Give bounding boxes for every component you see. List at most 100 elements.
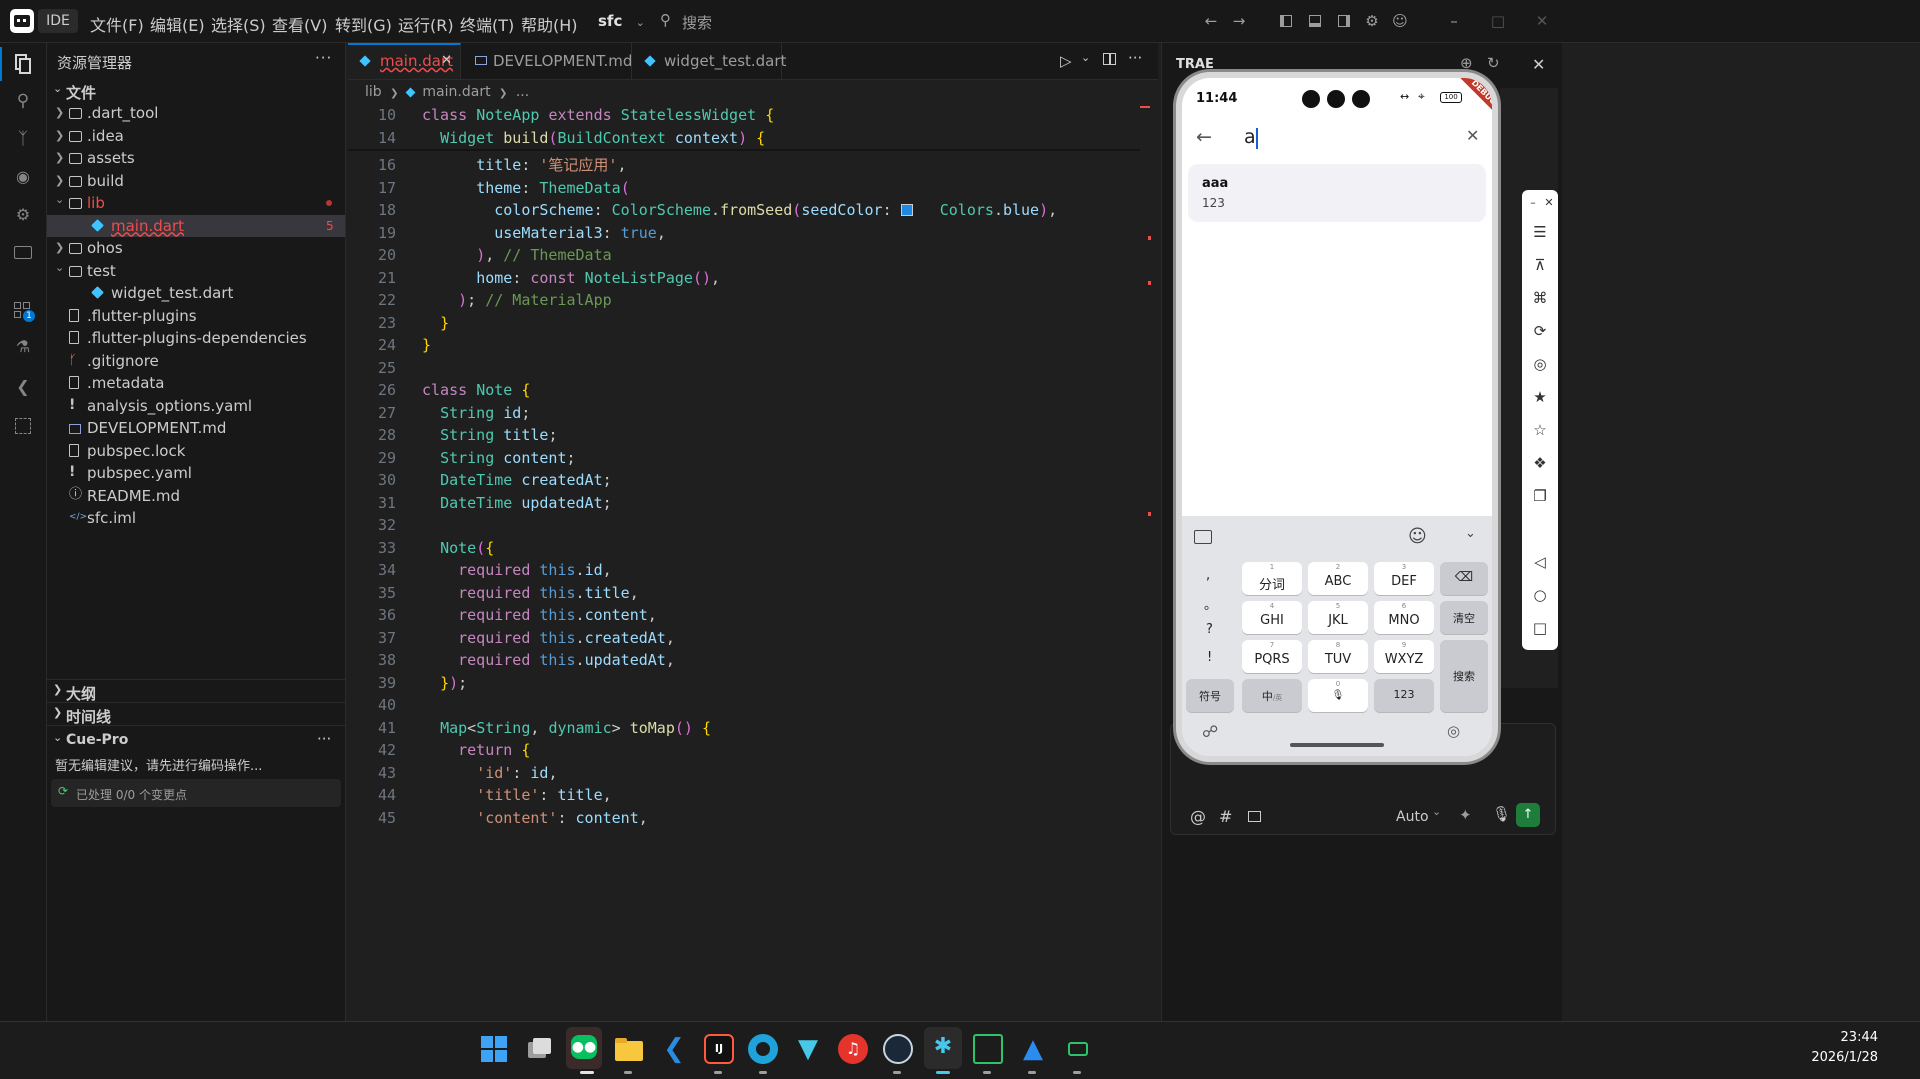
t9-key[interactable]: 1 分词 (1242, 562, 1302, 595)
tree-item[interactable]: ⌄ test (47, 260, 345, 282)
run-icon[interactable]: ▷ (1060, 52, 1072, 70)
code-line[interactable]: 33 Note({ (348, 537, 1140, 559)
windows-start-icon[interactable] (479, 1034, 509, 1064)
flutter-icon[interactable]: ❮ (12, 377, 34, 399)
clear-key[interactable]: 清空 (1440, 601, 1488, 634)
close-icon[interactable]: ✕ (1540, 194, 1558, 212)
steam-icon[interactable] (883, 1034, 913, 1064)
code-line[interactable]: 17 theme: ThemeData( (348, 177, 1140, 199)
code-line[interactable]: 26 class Note { (348, 379, 1140, 401)
app-label[interactable]: IDE (38, 9, 78, 33)
t9-key[interactable]: 3 DEF (1374, 562, 1434, 595)
nav-home-icon[interactable]: ○ (1531, 586, 1549, 604)
tree-item[interactable]: ❯ .idea (47, 125, 345, 147)
tree-item[interactable]: ❯ .dart_tool (47, 102, 345, 124)
code-line[interactable]: 32 (348, 514, 1140, 536)
menu-run[interactable]: 运行(R) (398, 12, 454, 36)
clock-time[interactable]: 23:44 (1818, 1030, 1878, 1045)
tree-item[interactable]: ᚶ .gitignore (47, 350, 345, 372)
cloud-drive-icon[interactable]: ▲ (1018, 1034, 1048, 1064)
t9-key[interactable]: 7 PQRS (1242, 640, 1302, 673)
chevron-down-icon[interactable]: ⌄ (53, 731, 62, 744)
code-line[interactable]: 25 (348, 357, 1140, 379)
emoji-icon[interactable]: ☺ (1408, 526, 1427, 547)
note-card[interactable]: aaa 123 (1188, 164, 1486, 222)
hide-keyboard-icon[interactable]: ⌄ (1465, 526, 1476, 541)
t9-key[interactable]: 4 GHI (1242, 601, 1302, 634)
breadcrumb-file[interactable]: main.dart (422, 84, 490, 100)
gear-icon[interactable]: ⚙ (1363, 12, 1381, 30)
task-view-icon[interactable] (524, 1034, 554, 1064)
sticky-scroll-line[interactable]: 10 class NoteApp extends StatelessWidget … (348, 104, 1140, 126)
tree-item[interactable]: main.dart 5 (47, 214, 345, 237)
code-line[interactable]: 31 DateTime updatedAt; (348, 492, 1140, 514)
back-arrow-icon[interactable]: ← (1196, 126, 1212, 148)
code-line[interactable]: 30 DateTime createdAt; (348, 469, 1140, 491)
code-line[interactable]: 16 title: '笔记应用', (348, 154, 1140, 176)
tab-main-dart[interactable]: main.dart ✕ (348, 43, 461, 79)
code-line[interactable]: 18 colorScheme: ColorScheme.fromSeed(see… (348, 199, 1140, 221)
more-actions-icon[interactable]: ··· (317, 730, 331, 748)
code-line[interactable]: 44 'title': title, (348, 784, 1140, 806)
maximize-icon[interactable]: □ (1489, 12, 1507, 30)
code-line[interactable]: 20 ), // ThemeData (348, 244, 1140, 266)
menu-view[interactable]: 查看(V) (272, 12, 327, 36)
punct-key[interactable]: ? (1206, 622, 1213, 637)
forward-arrow-icon[interactable]: → (1230, 12, 1248, 30)
voice-input-icon[interactable]: ◎ (1447, 722, 1460, 740)
more-actions-icon[interactable]: ··· (315, 49, 332, 67)
code-line[interactable]: 28 String title; (348, 424, 1140, 446)
code-line[interactable]: 19 useMaterial3: true, (348, 222, 1140, 244)
breadcrumb-folder[interactable]: lib (365, 84, 382, 100)
target-icon[interactable]: ◎ (1531, 355, 1549, 373)
hashtag-icon[interactable]: # (1219, 807, 1232, 826)
image-icon[interactable] (1248, 811, 1261, 822)
code-line[interactable]: 35 required this.title, (348, 582, 1140, 604)
outline-section[interactable]: ❯ 大纲 (47, 679, 345, 703)
code-line[interactable]: 24} (348, 334, 1140, 356)
vscode-icon[interactable]: ❮ (659, 1034, 689, 1064)
t9-key[interactable]: 8 TUV (1308, 640, 1368, 673)
project-selector[interactable]: sfc ⌄ (598, 12, 645, 30)
breadcrumb-more[interactable]: ... (516, 84, 529, 100)
tree-item[interactable]: ❯ assets (47, 147, 345, 169)
tab-widget-test-dart[interactable]: widget_test.dart (632, 43, 786, 79)
microphone-icon[interactable]: 🎙 (1492, 805, 1511, 823)
timeline-section[interactable]: ❯ 时间线 (47, 702, 345, 726)
mention-icon[interactable]: @ (1190, 807, 1206, 826)
nav-recents-icon[interactable]: □ (1531, 619, 1549, 637)
file-explorer-icon[interactable] (614, 1034, 644, 1064)
tree-item[interactable]: ! analysis_options.yaml (47, 395, 345, 417)
wechat-icon[interactable]: ●● (566, 1027, 602, 1069)
menu-terminal[interactable]: 终端(T) (460, 12, 514, 36)
sparkle-icon[interactable]: ✦ (1459, 806, 1472, 824)
punct-key[interactable]: ! (1207, 650, 1212, 665)
t9-key[interactable]: 2 ABC (1308, 562, 1368, 595)
edge-browser-icon[interactable] (748, 1034, 778, 1064)
code-line[interactable]: 23 } (348, 312, 1140, 334)
backspace-key[interactable]: ⌫ (1440, 562, 1488, 595)
menu-go[interactable]: 转到(G) (335, 12, 392, 36)
clear-search-icon[interactable]: ✕ (1466, 126, 1479, 145)
t9-key[interactable]: 9 WXYZ (1374, 640, 1434, 673)
tree-item[interactable]: ❯ build (47, 170, 345, 192)
crop-icon[interactable]: ⌘ (1531, 289, 1549, 307)
inspector-icon[interactable] (12, 415, 34, 437)
code-line[interactable]: 34 required this.id, (348, 559, 1140, 581)
nav-back-icon[interactable]: ◁ (1531, 553, 1549, 571)
code-line[interactable]: 40 (348, 694, 1140, 716)
tree-item[interactable]: widget_test.dart (47, 282, 345, 304)
search-key[interactable]: 搜索 (1440, 640, 1488, 712)
eye-icon[interactable]: ◉ (12, 167, 34, 189)
tree-item[interactable]: .metadata (47, 372, 345, 394)
code-line[interactable]: 21 home: const NoteListPage(), (348, 267, 1140, 289)
space-key[interactable]: 0 🎙 (1308, 679, 1368, 712)
command-search[interactable]: ⚲ 搜索 (660, 11, 860, 32)
pin-top-icon[interactable]: ⊼ (1531, 256, 1549, 274)
code-line[interactable]: 29 String content; (348, 447, 1140, 469)
volume-up-icon[interactable]: ★ (1531, 388, 1549, 406)
tree-item[interactable]: ⓘ README.md (47, 485, 345, 507)
toggle-panel-icon[interactable] (1306, 12, 1324, 30)
code-line[interactable]: 45 'content': content, (348, 807, 1140, 829)
language-key[interactable]: 中/英 (1242, 679, 1302, 712)
